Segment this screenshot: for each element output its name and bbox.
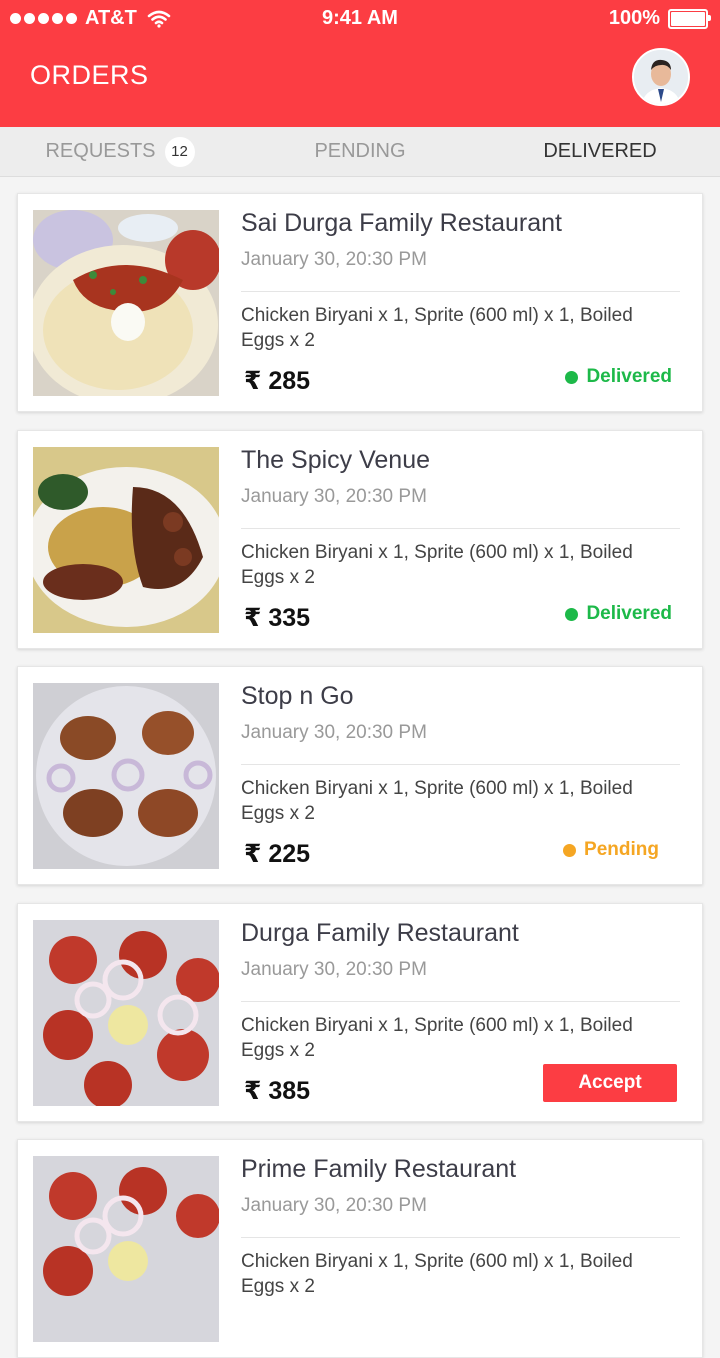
order-items: Chicken Biryani x 1, Sprite (600 ml) x 1… (241, 305, 633, 351)
chicken-tikka-image (33, 1156, 219, 1342)
tab-delivered[interactable]: DELIVERED (480, 127, 720, 176)
order-card[interactable]: Stop n Go January 30, 20:30 PM Chicken B… (17, 666, 703, 885)
accept-button[interactable]: Accept (543, 1064, 677, 1102)
count-badge: 12 (164, 136, 195, 167)
order-price: ₹ 335 (244, 604, 311, 632)
battery-percent: 100% (608, 7, 660, 29)
restaurant-name: Stop n Go (241, 682, 354, 710)
order-items: Chicken Biryani x 1, Sprite (600 ml) x 1… (241, 1251, 633, 1297)
restaurant-name: The Spicy Venue (241, 446, 431, 474)
order-items: Chicken Biryani x 1, Sprite (600 ml) x 1… (241, 1015, 633, 1061)
divider (241, 1001, 680, 1002)
divider (241, 764, 680, 765)
food-image (33, 210, 219, 396)
divider (241, 1237, 680, 1238)
restaurant-name: Sai Durga Family Restaurant (241, 209, 562, 237)
status-badge: Pending (563, 839, 659, 861)
restaurant-name: Prime Family Restaurant (241, 1155, 517, 1183)
user-avatar-icon (634, 50, 688, 104)
biryani-plate-image (33, 210, 219, 396)
status-bar: AT&T 9:41 AM 100% (0, 0, 720, 38)
food-image (33, 447, 219, 633)
order-card[interactable]: Prime Family Restaurant January 30, 20:3… (17, 1139, 703, 1358)
order-date: January 30, 20:30 PM (241, 249, 427, 270)
status-label: Pending (584, 839, 659, 860)
order-card[interactable]: Sai Durga Family Restaurant January 30, … (17, 193, 703, 412)
order-price: ₹ 225 (244, 840, 311, 868)
order-date: January 30, 20:30 PM (241, 1195, 427, 1216)
food-image (33, 1156, 219, 1342)
chicken-tikka-image (33, 920, 219, 1106)
app-header: AT&T 9:41 AM 100% ORDERS (0, 0, 720, 127)
status-badge: Delivered (565, 603, 672, 625)
status-label: Delivered (586, 366, 672, 387)
order-date: January 30, 20:30 PM (241, 722, 427, 743)
noodles-plate-image (33, 447, 219, 633)
order-date: January 30, 20:30 PM (241, 959, 427, 980)
order-card[interactable]: Durga Family Restaurant January 30, 20:3… (17, 903, 703, 1122)
status-badge: Delivered (565, 366, 672, 388)
divider (241, 291, 680, 292)
divider (241, 528, 680, 529)
restaurant-name: Durga Family Restaurant (241, 919, 519, 947)
order-items: Chicken Biryani x 1, Sprite (600 ml) x 1… (241, 778, 633, 824)
status-label: Delivered (586, 603, 672, 624)
order-items: Chicken Biryani x 1, Sprite (600 ml) x 1… (241, 542, 633, 588)
tab-label: PENDING (314, 140, 406, 162)
order-price: ₹ 385 (244, 1077, 311, 1105)
order-price: ₹ 285 (244, 367, 311, 395)
battery-icon (668, 8, 711, 29)
avatar[interactable] (632, 48, 690, 106)
status-dot-icon (565, 370, 579, 384)
tab-pending[interactable]: PENDING (240, 127, 480, 176)
order-card[interactable]: The Spicy Venue January 30, 20:30 PM Chi… (17, 430, 703, 649)
status-dot-icon (565, 607, 579, 621)
page-title: ORDERS (30, 60, 149, 90)
order-date: January 30, 20:30 PM (241, 486, 427, 507)
food-image (33, 920, 219, 1106)
food-image (33, 683, 219, 869)
status-dot-icon (563, 843, 577, 857)
tab-label: DELIVERED (543, 140, 657, 162)
tandoori-chicken-image (33, 683, 219, 869)
order-tabs: REQUESTS 12 PENDING DELIVERED (0, 127, 720, 177)
tab-requests[interactable]: REQUESTS 12 (0, 127, 240, 176)
tab-label: REQUESTS (45, 140, 156, 162)
